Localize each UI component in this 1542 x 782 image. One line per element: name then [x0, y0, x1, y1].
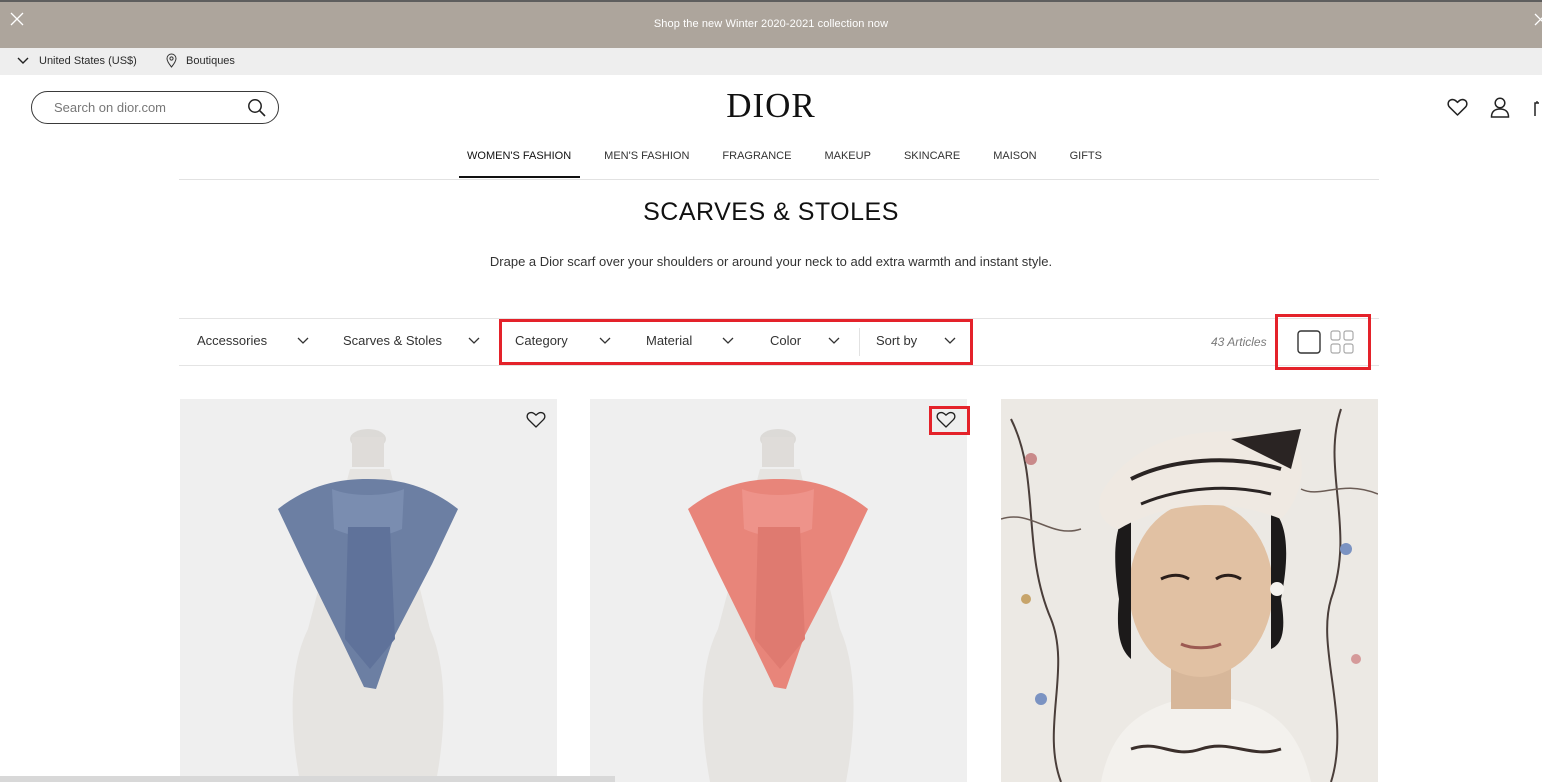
boutiques-link[interactable]: Boutiques [166, 53, 235, 68]
horizontal-scrollbar[interactable] [0, 776, 615, 782]
user-icon[interactable] [1490, 97, 1510, 118]
tab-skincare[interactable]: SKINCARE [896, 142, 969, 178]
tab-gifts[interactable]: GIFTS [1062, 142, 1111, 178]
accessories-label: Accessories [197, 333, 268, 348]
promo-text[interactable]: Shop the new Winter 2020-2021 collection… [0, 18, 1542, 30]
map-pin-icon [166, 53, 177, 68]
view-toggle-highlight [1275, 314, 1371, 370]
tab-mens-fashion[interactable]: MEN'S FASHION [596, 142, 698, 178]
heart-icon[interactable] [1447, 98, 1468, 117]
favorite-highlight [929, 406, 970, 435]
product-card[interactable] [180, 399, 557, 782]
scarves-dropdown[interactable]: Scarves & Stoles [343, 333, 481, 348]
dior-logo[interactable]: DIOR [0, 86, 1542, 126]
chevron-down-icon [468, 337, 480, 344]
page-description: Drape a Dior scarf over your shoulders o… [489, 254, 1053, 269]
tab-maison[interactable]: MAISON [985, 142, 1045, 178]
chevron-down-icon [17, 57, 29, 64]
editorial-photo [1001, 408, 1378, 782]
editorial-card[interactable] [1001, 399, 1378, 782]
bag-icon[interactable] [1532, 98, 1539, 117]
close-icon[interactable] [1534, 12, 1542, 26]
country-label: United States (US$) [39, 55, 137, 67]
tab-womens-fashion[interactable]: WOMEN'S FASHION [459, 142, 581, 178]
utility-bar: United States (US$) Boutiques [0, 48, 1542, 75]
chevron-down-icon [297, 337, 309, 344]
accessories-dropdown[interactable]: Accessories [197, 333, 309, 348]
nav-divider [179, 179, 1379, 180]
scarf-image [278, 429, 458, 782]
country-selector[interactable]: United States (US$) [17, 55, 137, 67]
filter-highlight [499, 319, 973, 365]
promo-banner: Shop the new Winter 2020-2021 collection… [0, 2, 1542, 48]
page-title: SCARVES & STOLES [643, 198, 899, 226]
header-icons [1447, 97, 1539, 118]
tab-makeup[interactable]: MAKEUP [816, 142, 879, 178]
product-card[interactable] [590, 399, 967, 782]
main-nav: WOMEN'S FASHION MEN'S FASHION FRAGRANCE … [459, 142, 1127, 178]
boutiques-label: Boutiques [186, 54, 235, 67]
article-count: 43 Articles [1211, 335, 1267, 349]
scarves-label: Scarves & Stoles [343, 333, 442, 348]
tab-fragrance[interactable]: FRAGRANCE [714, 142, 800, 178]
scarf-image [688, 429, 868, 782]
